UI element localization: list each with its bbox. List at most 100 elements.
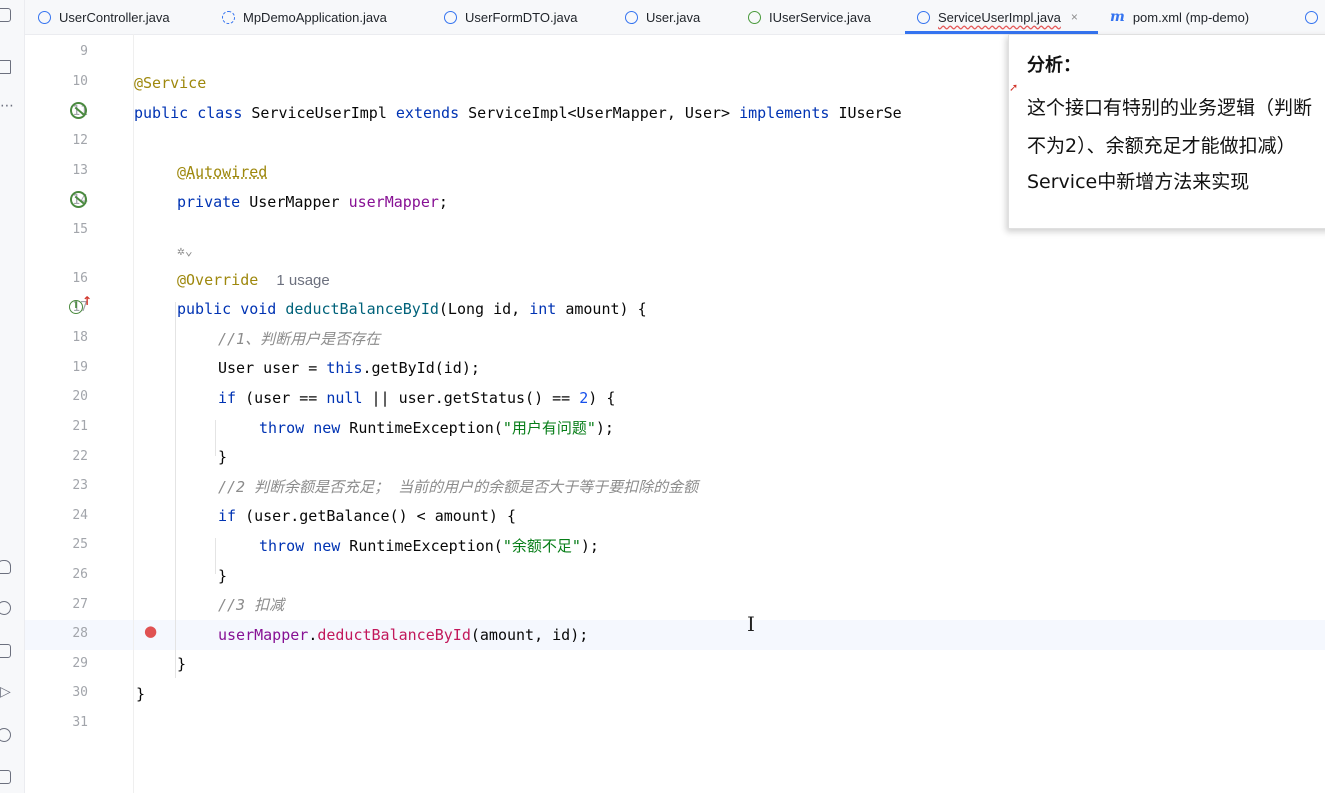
comment: //1、判断用户是否存在 [218, 330, 381, 348]
code-line-17: public void deductBalanceById(Long id, i… [177, 299, 647, 319]
method-name: deductBalanceById [285, 300, 439, 318]
statement: (user.getBalance() < amount) { [236, 507, 517, 525]
tab-label: UserController.java [59, 9, 170, 25]
indent-guide [175, 302, 176, 678]
brace: } [218, 448, 228, 466]
build-icon[interactable] [0, 644, 11, 658]
line-number: 28 [72, 626, 88, 641]
keyword: throw [259, 537, 305, 555]
annotation: @Override [177, 271, 259, 289]
code-line-29: } [177, 654, 186, 674]
tab-usercontroller[interactable]: UserController.java [38, 0, 170, 34]
field-name: userMapper [348, 193, 439, 211]
statement: (user == [236, 389, 327, 407]
indent-guide [215, 420, 216, 456]
class-icon [444, 10, 457, 24]
class-icon [38, 10, 51, 24]
keyword: class [197, 104, 243, 122]
tab-user[interactable]: User.java [625, 0, 700, 34]
tab-iuserservice[interactable]: IUserService.java [748, 0, 871, 34]
indent-guide [215, 538, 216, 574]
code-line-21: throw new RuntimeException("用户有问题"); [259, 418, 614, 438]
analysis-note-popup: ➚ 分析： 这个接口有特别的业务逻辑（判断 不为2）、余额充足才能做扣减） Se… [1008, 34, 1325, 229]
usage-hint[interactable]: 1 usage [276, 272, 329, 289]
keyword: extends [395, 104, 460, 122]
project-icon[interactable] [0, 8, 11, 22]
field-name: userMapper [218, 626, 309, 644]
pointer-mark-icon: ➚ [1009, 81, 1019, 94]
tab-userformdto[interactable]: UserFormDTO.java [444, 0, 577, 34]
brace: } [136, 685, 146, 703]
code-line-26: } [218, 566, 227, 586]
code-line-20: if (user == null || user.getStatus() == … [218, 388, 615, 408]
code-line-27: //3 扣减 [218, 595, 284, 615]
spring-boot-class-icon [222, 10, 235, 24]
tab-mpdemoapplication[interactable]: MpDemoApplication.java [222, 0, 387, 34]
keyword: implements [739, 104, 830, 122]
tab-pom-xml[interactable]: m pom.xml (mp-demo) [1110, 0, 1249, 34]
class-name: ServiceUserImpl [251, 104, 387, 122]
line-number: 31 [72, 715, 88, 730]
line-number: 12 [72, 133, 88, 148]
keyword: if [218, 507, 237, 525]
statement: RuntimeException( [340, 537, 503, 555]
dot: . [308, 626, 318, 644]
database-icon[interactable] [0, 560, 11, 574]
close-icon[interactable]: × [1071, 10, 1078, 24]
popup-text-line: 不为2）、余额充足才能做扣减） [1027, 135, 1296, 157]
tab-serviceuserimpl[interactable]: ServiceUserImpl.java × [917, 0, 1078, 34]
code-line-25: throw new RuntimeException("余额不足"); [259, 536, 599, 556]
tab-label: IUserService.java [769, 9, 871, 25]
keyword: null [326, 389, 363, 407]
line-number: 21 [72, 419, 88, 434]
statement: ); [580, 537, 599, 555]
implements-interface-icon[interactable]: I [69, 300, 83, 314]
keyword: new [313, 419, 341, 437]
keyword: public [134, 104, 189, 122]
ai-suggestion-icon[interactable]: ✲⌄ [177, 242, 193, 262]
debug-icon[interactable] [0, 728, 11, 742]
line-number: 26 [72, 567, 88, 582]
statement: ) { [588, 389, 616, 407]
run-icon[interactable]: ▷ [0, 684, 11, 700]
override-arrow-icon[interactable]: ↑ [82, 294, 92, 308]
keyword: int [529, 300, 557, 318]
number-literal: 2 [579, 389, 589, 407]
tab-label: UserFormDTO.java [465, 9, 578, 25]
tab-overflow[interactable] [1305, 0, 1325, 34]
more-icon[interactable]: ⋯ [0, 98, 15, 114]
tool-window-strip: ⋯ ▷ [0, 0, 25, 793]
code-line-22: } [218, 447, 227, 467]
services-icon[interactable] [0, 601, 11, 615]
terminal-icon[interactable] [0, 770, 11, 784]
type: UserMapper [249, 193, 340, 211]
code-line-30: } [136, 684, 145, 704]
type: ServiceImpl<UserMapper, User> [468, 104, 731, 122]
text-cursor-icon: I [747, 612, 755, 636]
tab-label: MpDemoApplication.java [243, 9, 387, 25]
code-line-28: userMapper.deductBalanceById(amount, id)… [218, 625, 588, 645]
spring-bean-icon[interactable] [70, 102, 87, 119]
class-icon [625, 10, 638, 24]
line-number: 9 [80, 44, 88, 59]
string-literal: "余额不足" [502, 537, 581, 555]
line-number: 16 [72, 271, 88, 286]
keyword: throw [259, 419, 305, 437]
annotation: @Service [134, 74, 207, 92]
line-number: 25 [72, 537, 88, 552]
line-number: 15 [72, 222, 88, 237]
keyword: void [240, 300, 277, 318]
brace: } [177, 655, 187, 673]
code-line-13: @Autowired [177, 162, 267, 182]
line-number: 13 [72, 163, 88, 178]
spring-bean-icon[interactable] [70, 191, 87, 208]
popup-title: 分析： [1027, 55, 1081, 76]
params: amount) { [556, 300, 647, 318]
keyword: private [177, 193, 241, 211]
line-number: 23 [72, 478, 88, 493]
keyword: if [218, 389, 237, 407]
statement: RuntimeException( [340, 419, 503, 437]
class-icon [1305, 10, 1318, 24]
line-number: 27 [72, 597, 88, 612]
structure-icon[interactable] [0, 60, 11, 74]
